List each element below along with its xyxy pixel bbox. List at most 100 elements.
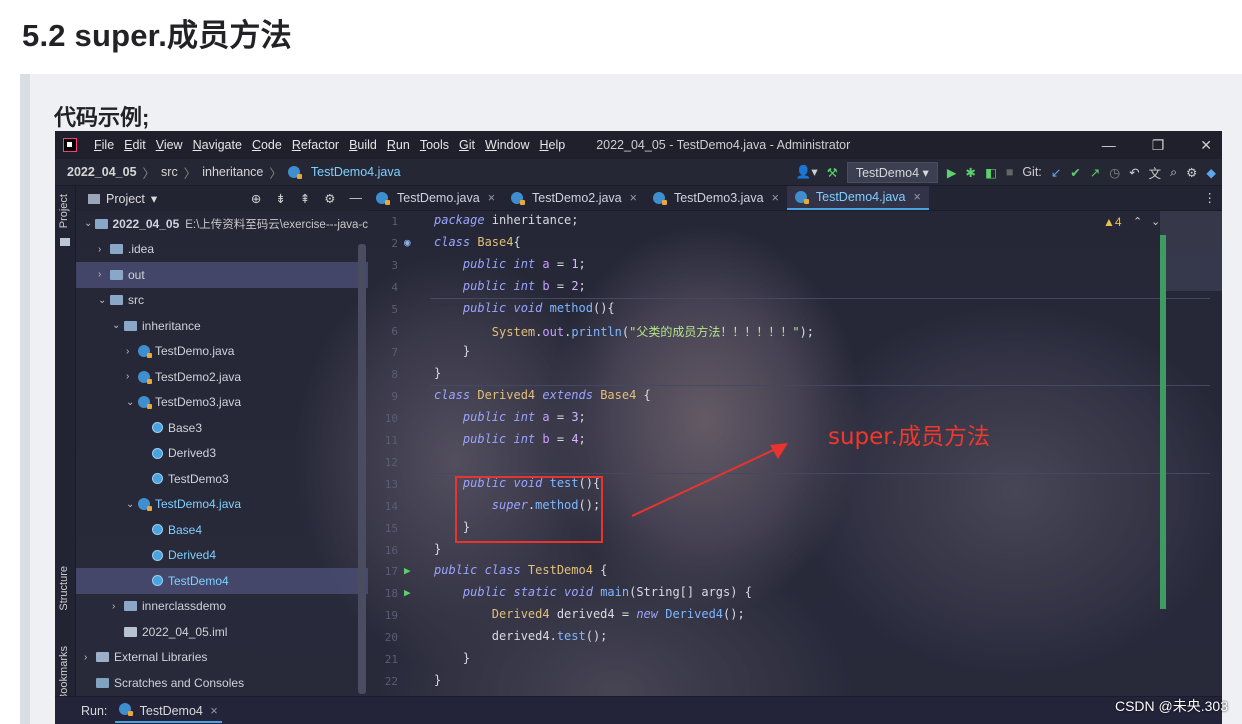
tree-item[interactable]: ⌄ src — [76, 288, 368, 314]
breadcrumb-file[interactable]: TestDemo4.java — [311, 165, 401, 179]
search-icon[interactable]: ⌕ — [1170, 165, 1177, 180]
tree-item[interactable]: Derived4 — [76, 543, 368, 569]
code-line[interactable]: public class TestDemo4 { — [434, 563, 607, 577]
tree-item[interactable]: 2022_04_05.iml — [76, 619, 368, 645]
expand-all-icon[interactable]: ⇟ — [275, 191, 285, 206]
close-run-tab-icon[interactable]: × — [210, 704, 217, 718]
tab-testdemo4-java[interactable]: TestDemo4.java × — [786, 186, 929, 210]
close-tab-icon[interactable]: × — [772, 191, 779, 205]
editor-scrollbar[interactable] — [1160, 235, 1166, 609]
chevron-down-icon[interactable]: ⌄ — [98, 295, 110, 306]
breadcrumb-src[interactable]: src — [161, 165, 178, 179]
warnings-indicator[interactable]: ▲4 — [1103, 215, 1122, 229]
chevron-down-icon[interactable]: ⌄ — [1151, 215, 1160, 228]
collapse-all-icon[interactable]: ⇞ — [300, 191, 310, 206]
coverage-icon[interactable]: ◧ — [985, 165, 997, 180]
code-line[interactable]: } — [434, 344, 470, 358]
run-gutter-icon[interactable]: ▶ — [404, 586, 411, 599]
tree-item[interactable]: › innerclassdemo — [76, 594, 368, 620]
tree-item[interactable]: Derived3 — [76, 441, 368, 467]
bookmarks-tool-tab[interactable]: Bookmarks — [58, 646, 70, 701]
git-update-icon[interactable]: ↙ — [1051, 165, 1061, 180]
menu-item-navigate[interactable]: Navigate — [188, 138, 247, 152]
tree-item[interactable]: TestDemo4 — [76, 568, 368, 594]
structure-tool-tab[interactable]: Structure — [58, 566, 70, 611]
menu-item-help[interactable]: Help — [534, 138, 570, 152]
menu-item-view[interactable]: View — [151, 138, 188, 152]
code-line[interactable]: class Derived4 extends Base4 { — [434, 388, 651, 402]
code-line[interactable]: class Base4{ — [434, 235, 521, 249]
tab-testdemo3-java[interactable]: TestDemo3.java × — [645, 186, 787, 210]
chevron-right-icon[interactable]: › — [98, 244, 110, 255]
plugin-icon[interactable]: ◆ — [1206, 165, 1216, 180]
close-button[interactable]: ✕ — [1200, 137, 1212, 154]
menu-item-file[interactable]: File — [89, 138, 119, 152]
run-tab[interactable]: TestDemo4 × — [115, 700, 222, 723]
code-line[interactable]: Derived4 derived4 = new Derived4(); — [434, 607, 745, 621]
chevron-down-icon[interactable]: ⌄ — [112, 320, 124, 331]
tree-item[interactable]: TestDemo3 — [76, 466, 368, 492]
menu-item-edit[interactable]: Edit — [119, 138, 151, 152]
chevron-down-icon[interactable]: ⌄ — [126, 499, 138, 510]
chevron-down-icon[interactable]: ⌄ — [126, 397, 138, 408]
code-line[interactable]: public int b = 4; — [434, 432, 586, 446]
translate-icon[interactable]: 文 — [1149, 163, 1162, 182]
code-line[interactable]: public void method(){ — [434, 301, 615, 315]
chevron-up-icon[interactable]: ⌃ — [1133, 215, 1142, 228]
tree-item[interactable]: ⌄ 2022_04_05 E:\上传资料至码云\exercise---java-c — [76, 211, 368, 237]
settings-gear-icon[interactable]: ⚙ — [1186, 165, 1197, 180]
code-line[interactable]: public int a = 3; — [434, 410, 586, 424]
debug-bug-icon[interactable]: ✱ — [965, 165, 975, 180]
stop-icon[interactable]: ■ — [1006, 165, 1014, 179]
rollback-icon[interactable]: ↶ — [1129, 165, 1139, 180]
chevron-right-icon[interactable]: › — [84, 652, 96, 663]
code-line[interactable]: } — [434, 366, 441, 380]
tree-item[interactable]: › out — [76, 262, 368, 288]
chevron-right-icon[interactable]: › — [126, 346, 138, 357]
git-commit-icon[interactable]: ✔ — [1070, 165, 1080, 180]
minimap[interactable] — [1160, 211, 1222, 291]
chevron-right-icon[interactable]: › — [98, 269, 110, 280]
menu-item-git[interactable]: Git — [454, 138, 480, 152]
locate-icon[interactable]: ⊕ — [251, 191, 261, 206]
breadcrumb-project[interactable]: 2022_04_05 — [67, 165, 137, 179]
tree-item[interactable]: ⌄ inheritance — [76, 313, 368, 339]
menu-item-code[interactable]: Code — [247, 138, 287, 152]
tabs-more-icon[interactable]: ⋮ — [1204, 190, 1217, 205]
tab-testdemo2-java[interactable]: TestDemo2.java × — [503, 186, 645, 210]
project-view-select[interactable]: Project — [106, 192, 145, 206]
chevron-right-icon[interactable]: › — [126, 371, 138, 382]
close-tab-icon[interactable]: × — [488, 191, 495, 205]
tree-item[interactable]: Scratches and Consoles — [76, 670, 368, 696]
chevron-down-icon[interactable]: ⌄ — [84, 218, 95, 229]
breadcrumb-package[interactable]: inheritance — [202, 165, 263, 179]
code-line[interactable]: } — [434, 542, 441, 556]
code-line[interactable]: public int b = 2; — [434, 279, 586, 293]
tree-item[interactable]: Base3 — [76, 415, 368, 441]
menu-item-run[interactable]: Run — [382, 138, 415, 152]
tab-testdemo-java[interactable]: TestDemo.java × — [368, 186, 503, 210]
tree-item[interactable]: › External Libraries — [76, 645, 368, 671]
code-line[interactable]: } — [434, 651, 470, 665]
code-line[interactable]: public static void main(String[] args) { — [434, 585, 752, 599]
maximize-button[interactable]: ❐ — [1152, 137, 1165, 154]
tree-item[interactable]: › TestDemo2.java — [76, 364, 368, 390]
code-line[interactable]: } — [434, 673, 441, 687]
menu-item-window[interactable]: Window — [480, 138, 534, 152]
code-line[interactable]: derived4.test(); — [434, 629, 608, 643]
menu-item-tools[interactable]: Tools — [415, 138, 454, 152]
run-config-select[interactable]: TestDemo4 ▾ — [846, 161, 938, 183]
implemented-icon[interactable]: ◉ — [404, 236, 411, 249]
run-icon[interactable]: ▶ — [947, 165, 957, 180]
chevron-right-icon[interactable]: › — [112, 601, 124, 612]
history-icon[interactable]: ◷ — [1109, 165, 1120, 180]
run-gutter-icon[interactable]: ▶ — [404, 564, 411, 577]
hide-panel-icon[interactable]: — — [350, 191, 363, 206]
tree-item[interactable]: › .idea — [76, 237, 368, 263]
project-scrollbar[interactable] — [358, 244, 366, 694]
minimize-button[interactable]: — — [1102, 137, 1116, 153]
git-push-icon[interactable]: ↗ — [1090, 165, 1100, 180]
build-hammer-icon[interactable]: ⚒ — [827, 165, 838, 180]
tree-item[interactable]: Base4 — [76, 517, 368, 543]
tree-item[interactable]: ⌄ TestDemo4.java — [76, 492, 368, 518]
